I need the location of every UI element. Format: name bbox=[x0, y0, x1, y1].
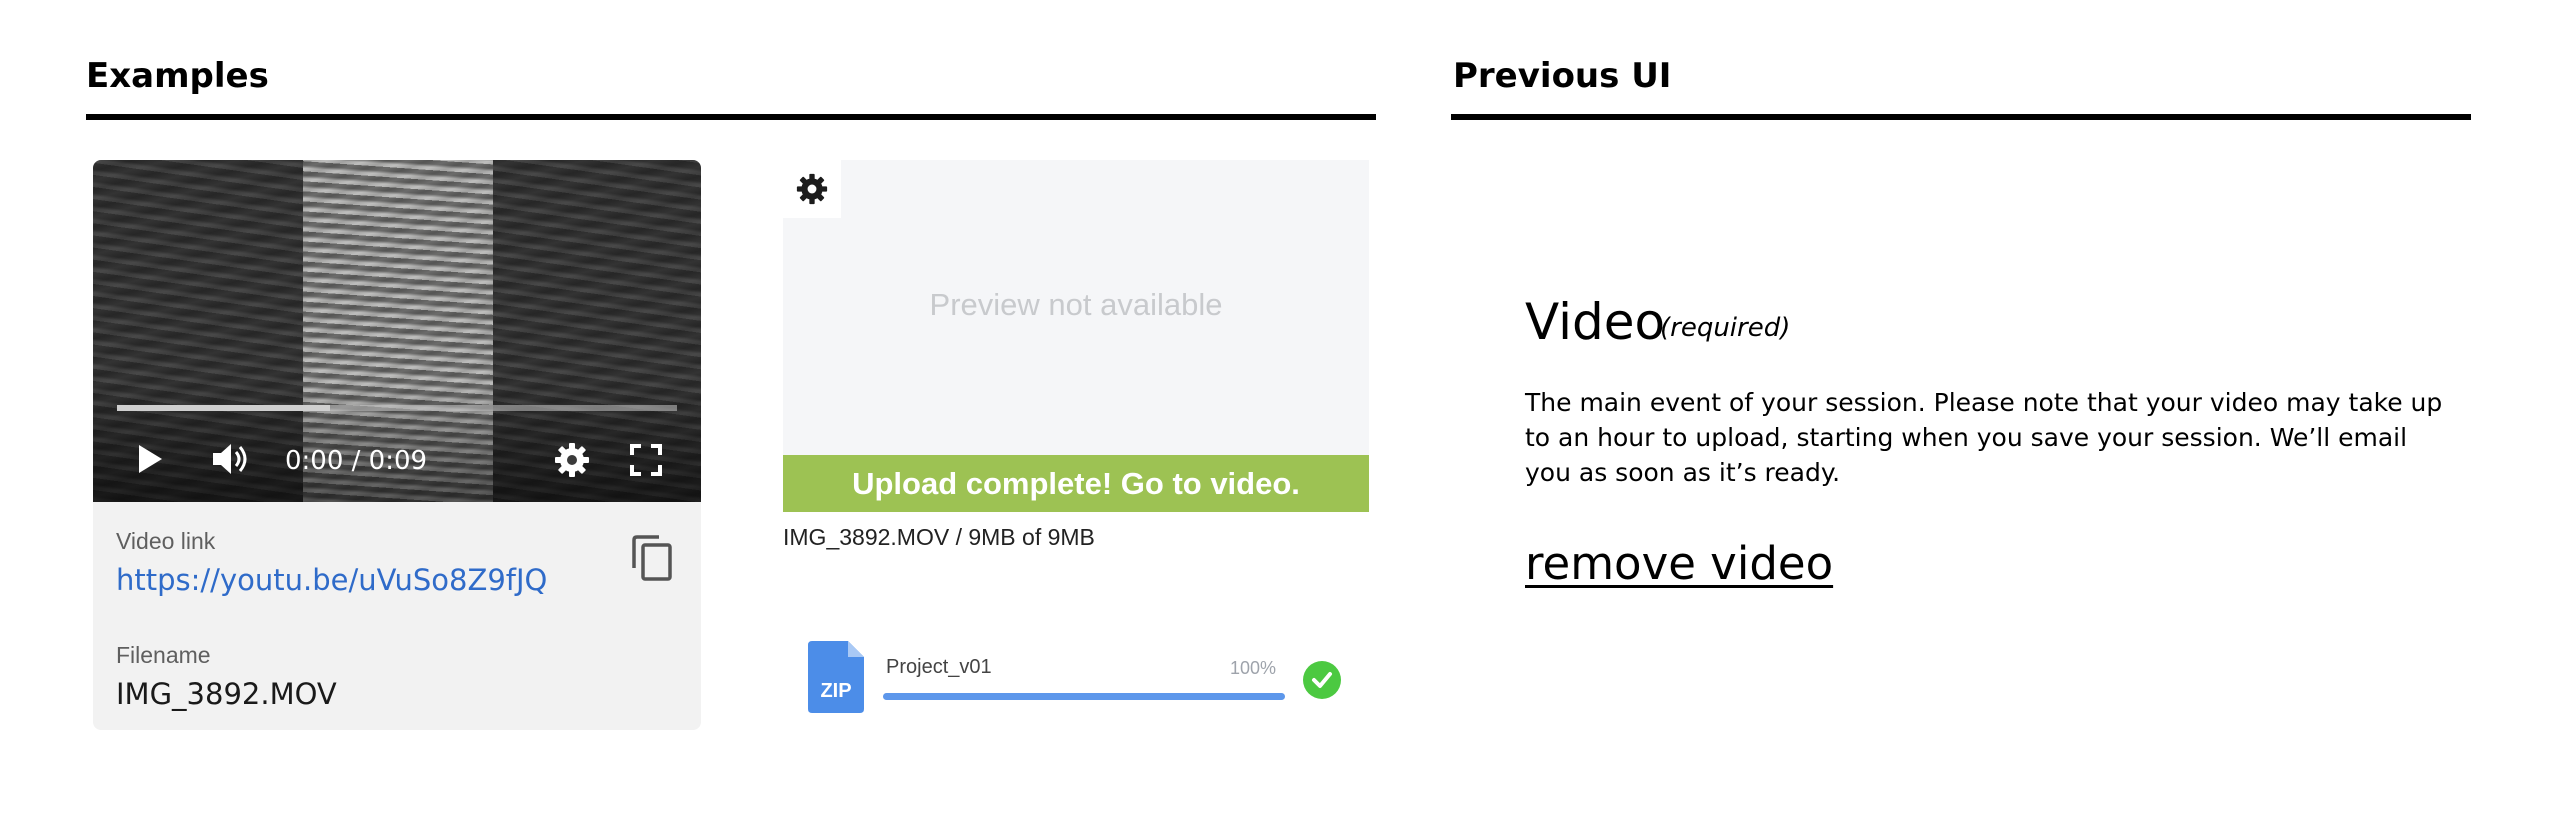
fullscreen-icon[interactable] bbox=[630, 444, 662, 481]
video-time: 0:00 / 0:09 bbox=[285, 446, 428, 476]
remove-video-link[interactable]: remove video bbox=[1525, 537, 1833, 590]
video-section-description: The main event of your session. Please n… bbox=[1525, 388, 2443, 487]
examples-divider bbox=[86, 114, 1376, 120]
video-link-label: Video link bbox=[116, 528, 216, 554]
zip-file-icon: ZIP bbox=[808, 641, 866, 718]
upload-settings-button[interactable] bbox=[783, 160, 841, 218]
settings-gear-icon bbox=[796, 173, 828, 210]
required-indicator: (required) bbox=[1660, 313, 1791, 343]
video-link[interactable]: https://youtu.be/uVuSo8Z9fJQ bbox=[116, 563, 547, 597]
zip-icon-text: ZIP bbox=[820, 680, 851, 702]
check-circle-icon bbox=[1302, 660, 1342, 705]
zip-progress-track bbox=[883, 693, 1285, 700]
previous-ui-divider bbox=[1451, 114, 2471, 120]
volume-icon[interactable] bbox=[211, 441, 253, 482]
zip-file-name: Project_v01 bbox=[886, 656, 992, 678]
video-progress-fill bbox=[117, 405, 330, 411]
filename-value: IMG_3892.MOV bbox=[116, 677, 337, 711]
filename-label: Filename bbox=[116, 642, 211, 668]
play-icon[interactable] bbox=[137, 444, 163, 479]
previous-ui-title: Previous UI bbox=[1453, 56, 1672, 96]
preview-unavailable-text: Preview not available bbox=[929, 287, 1223, 322]
zip-progress-fill bbox=[883, 693, 1285, 700]
video-frame[interactable]: 0:00 / 0:09 bbox=[93, 160, 701, 502]
zip-file-percent: 100% bbox=[1230, 658, 1277, 678]
upload-preview-card: Preview not available Upload complete! G… bbox=[783, 160, 1369, 512]
copy-icon[interactable] bbox=[631, 534, 673, 587]
settings-gear-icon[interactable] bbox=[554, 442, 590, 483]
upload-file-status: IMG_3892.MOV / 9MB of 9MB bbox=[783, 524, 1095, 550]
upload-complete-button[interactable]: Upload complete! Go to video. bbox=[783, 455, 1369, 512]
examples-title: Examples bbox=[86, 56, 269, 96]
video-player-card: 0:00 / 0:09 Video link https://youtu.be/… bbox=[93, 160, 701, 730]
video-section-heading: Video bbox=[1525, 293, 1666, 351]
video-progress-track[interactable] bbox=[117, 405, 677, 411]
video-controls-shade bbox=[93, 382, 701, 502]
